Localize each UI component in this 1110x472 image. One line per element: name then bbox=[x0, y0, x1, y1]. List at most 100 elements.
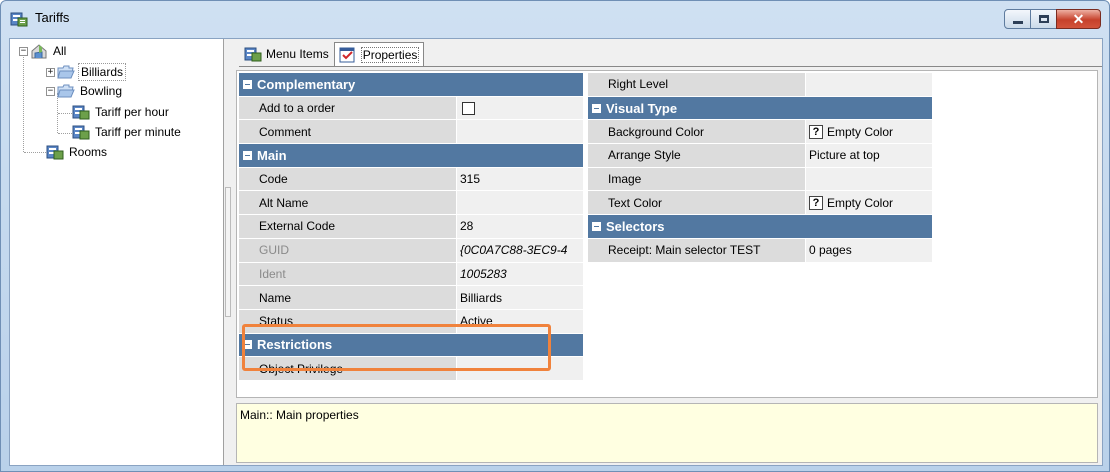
alt-name-value[interactable] bbox=[457, 191, 583, 215]
folder-icon bbox=[57, 65, 75, 79]
collapse-icon[interactable]: − bbox=[19, 46, 28, 56]
property-name: Name bbox=[239, 286, 457, 309]
status-value[interactable]: Active bbox=[457, 309, 583, 333]
tab-properties-label: Properties bbox=[360, 47, 420, 63]
property-name: Add to a order bbox=[239, 96, 457, 120]
collapse-icon[interactable] bbox=[243, 79, 252, 89]
property-row[interactable]: Code 315 bbox=[239, 167, 583, 192]
unknown-color-icon: ? bbox=[809, 124, 823, 139]
category-main[interactable]: Main bbox=[239, 144, 583, 168]
tree-line bbox=[24, 152, 46, 153]
add-to-order-checkbox-cell[interactable] bbox=[457, 96, 583, 120]
tree-line bbox=[58, 133, 72, 134]
property-row[interactable]: Receipt: Main selector TEST 0 pages bbox=[588, 238, 932, 263]
maximize-button[interactable] bbox=[1030, 9, 1057, 29]
tree-line bbox=[58, 113, 72, 114]
category-complementary[interactable]: Complementary bbox=[239, 73, 583, 97]
tariff-icon bbox=[72, 125, 90, 140]
property-row[interactable]: Image bbox=[588, 167, 932, 192]
tab-menu-items-label: Menu Items bbox=[266, 47, 329, 61]
folder-open-icon bbox=[57, 84, 75, 98]
text-color-value[interactable]: ? Empty Color bbox=[806, 191, 932, 215]
tree-label-bowling: Bowling bbox=[80, 84, 123, 98]
tree-label-all: All bbox=[53, 44, 67, 58]
close-icon: ✕ bbox=[1072, 11, 1085, 27]
property-row[interactable]: Ident 1005283 bbox=[239, 262, 583, 287]
window-controls: ✕ bbox=[1004, 9, 1101, 29]
category-selectors[interactable]: Selectors bbox=[588, 215, 932, 239]
property-row[interactable]: Name Billiards bbox=[239, 286, 583, 310]
property-row[interactable]: External Code 28 bbox=[239, 215, 583, 239]
property-name: Alt Name bbox=[239, 191, 457, 215]
tree-node-billiards[interactable]: + Billiards bbox=[46, 63, 127, 81]
property-row[interactable]: Add to a order bbox=[239, 96, 583, 121]
panel-splitter[interactable] bbox=[224, 39, 233, 465]
object-privilege-value[interactable] bbox=[457, 357, 583, 380]
collapse-icon[interactable]: − bbox=[46, 86, 55, 96]
property-row[interactable]: Status Active bbox=[239, 309, 583, 334]
tariffs-app-icon bbox=[10, 12, 28, 27]
property-name: Text Color bbox=[588, 191, 806, 215]
ident-value: 1005283 bbox=[457, 262, 583, 286]
category-visual-type[interactable]: Visual Type bbox=[588, 96, 932, 121]
tree-node-bowling[interactable]: − Bowling bbox=[46, 82, 124, 100]
tree-label-tariff-per-hour: Tariff per hour bbox=[95, 105, 169, 119]
background-color-value[interactable]: ? Empty Color bbox=[806, 120, 932, 144]
tree-node-rooms[interactable]: Rooms bbox=[46, 143, 109, 161]
property-row[interactable]: Text Color ? Empty Color bbox=[588, 191, 932, 216]
property-row[interactable]: Arrange Style Picture at top bbox=[588, 144, 932, 168]
property-grid-left[interactable]: Complementary Add to a order Comment Mai… bbox=[239, 73, 583, 381]
description-text: Main:: Main properties bbox=[240, 408, 359, 422]
receipt-selector-value[interactable]: 0 pages bbox=[806, 238, 932, 262]
menu-items-icon bbox=[244, 47, 262, 62]
collapse-icon[interactable] bbox=[243, 340, 252, 350]
splitter-grip[interactable] bbox=[225, 187, 231, 317]
code-value[interactable]: 315 bbox=[457, 167, 583, 191]
tree-line bbox=[23, 54, 24, 152]
collapse-icon[interactable] bbox=[243, 150, 252, 160]
external-code-value[interactable]: 28 bbox=[457, 215, 583, 238]
tree-node-tariff-per-minute[interactable]: Tariff per minute bbox=[72, 123, 183, 141]
property-row[interactable]: Comment bbox=[239, 120, 583, 145]
arrange-style-value[interactable]: Picture at top bbox=[806, 144, 932, 167]
tariffs-window: Tariffs ✕ − All + Billiards − Bowling Ta… bbox=[0, 0, 1110, 472]
property-name: Comment bbox=[239, 120, 457, 144]
name-value[interactable]: Billiards bbox=[457, 286, 583, 309]
property-row[interactable]: Right Level bbox=[588, 73, 932, 97]
minimize-button[interactable] bbox=[1004, 9, 1031, 29]
property-grid-right[interactable]: Right Level Visual Type Background Color… bbox=[588, 73, 932, 263]
tariff-icon bbox=[46, 145, 64, 160]
right-level-value[interactable] bbox=[806, 73, 932, 96]
tariff-tree[interactable]: − All + Billiards − Bowling Tariff per h… bbox=[10, 39, 224, 465]
property-row[interactable]: Alt Name bbox=[239, 191, 583, 216]
comment-value[interactable] bbox=[457, 120, 583, 144]
description-panel: Main:: Main properties bbox=[236, 403, 1098, 463]
image-value[interactable] bbox=[806, 167, 932, 191]
add-to-order-checkbox[interactable] bbox=[462, 101, 475, 115]
property-row[interactable]: Background Color ? Empty Color bbox=[588, 120, 932, 145]
property-name: Status bbox=[239, 309, 457, 333]
guid-value: {0C0A7C88-3EC9-4 bbox=[457, 238, 583, 262]
title-bar[interactable]: Tariffs ✕ bbox=[1, 1, 1109, 37]
tariff-icon bbox=[72, 105, 90, 120]
close-button[interactable]: ✕ bbox=[1056, 9, 1101, 29]
tab-properties[interactable]: Properties bbox=[333, 42, 425, 67]
client-area: − All + Billiards − Bowling Tariff per h… bbox=[9, 38, 1103, 466]
property-row[interactable]: GUID {0C0A7C88-3EC9-4 bbox=[239, 238, 583, 263]
tree-node-all[interactable]: − All bbox=[19, 42, 68, 60]
tab-menu-items[interactable]: Menu Items bbox=[239, 42, 334, 66]
collapse-icon[interactable] bbox=[592, 221, 601, 231]
category-restrictions[interactable]: Restrictions bbox=[239, 333, 583, 358]
property-name: Image bbox=[588, 167, 806, 191]
collapse-icon[interactable] bbox=[592, 103, 601, 113]
property-row[interactable]: Object Privilege bbox=[239, 357, 583, 381]
tree-label-rooms: Rooms bbox=[69, 145, 108, 159]
property-name: Object Privilege bbox=[239, 357, 457, 380]
expand-icon[interactable]: + bbox=[46, 67, 55, 77]
window-title: Tariffs bbox=[35, 10, 70, 25]
minimize-icon bbox=[1013, 21, 1023, 24]
tree-label-tariff-per-minute: Tariff per minute bbox=[95, 125, 181, 139]
tree-node-tariff-per-hour[interactable]: Tariff per hour bbox=[72, 103, 171, 121]
property-name: Ident bbox=[239, 262, 457, 286]
tab-strip: Menu Items Properties bbox=[239, 42, 425, 67]
